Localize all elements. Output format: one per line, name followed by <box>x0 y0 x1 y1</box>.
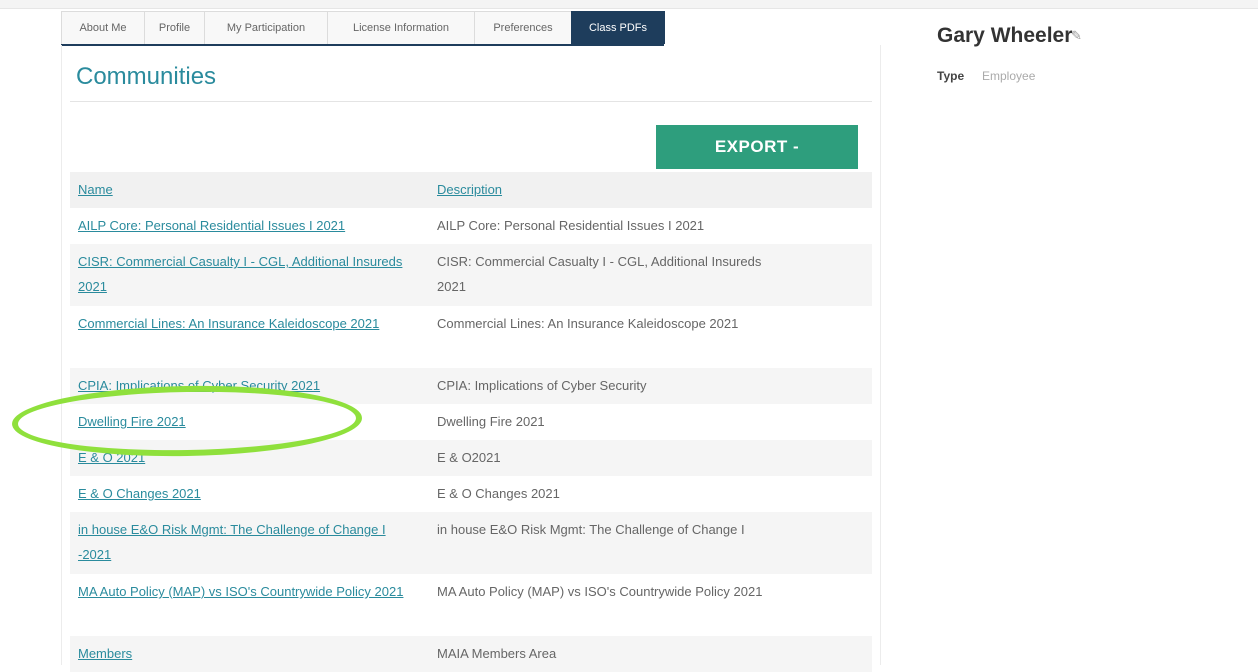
community-description: AILP Core: Personal Residential Issues I… <box>437 218 705 233</box>
table-row: Commercial Lines: An Insurance Kaleidosc… <box>70 306 872 368</box>
profile-type-label: Type <box>937 69 965 83</box>
pencil-icon[interactable]: ✎ <box>1071 28 1082 44</box>
community-description: CPIA: Implications of Cyber Security <box>437 378 647 393</box>
communities-table: Name Description AILP Core: Personal Res… <box>70 172 872 672</box>
community-link-dwelling-fire[interactable]: Dwelling Fire 2021 <box>78 414 186 429</box>
table-row: E & O 2021 E & O2021 <box>70 440 872 476</box>
community-description: MAIA Members Area <box>437 646 557 661</box>
table-row: in house E&O Risk Mgmt: The Challenge of… <box>70 512 872 574</box>
community-description: in house E&O Risk Mgmt: The Challenge of… <box>437 522 745 537</box>
page-title: Communities <box>76 63 217 90</box>
table-row: MA Auto Policy (MAP) vs ISO's Countrywid… <box>70 574 872 636</box>
community-link[interactable]: E & O 2021 <box>78 450 145 465</box>
community-link[interactable]: E & O Changes 2021 <box>78 486 201 501</box>
community-description: CISR: Commercial Casualty I - CGL, Addit… <box>437 254 762 294</box>
community-link[interactable]: AILP Core: Personal Residential Issues I… <box>78 218 345 233</box>
column-header-name[interactable]: Name <box>78 172 408 208</box>
community-link[interactable]: CPIA: Implications of Cyber Security 202… <box>78 378 320 393</box>
tab-license-information[interactable]: License Information <box>327 11 475 44</box>
export-button[interactable]: EXPORT - <box>656 125 858 169</box>
community-link[interactable]: CISR: Commercial Casualty I - CGL, Addit… <box>78 254 402 294</box>
table-row: Members MAIA Members Area <box>70 636 872 672</box>
profile-type-value: Employee <box>982 69 1036 83</box>
community-description: E & O2021 <box>437 450 501 465</box>
table-row: CPIA: Implications of Cyber Security 202… <box>70 368 872 404</box>
heading-divider <box>70 101 872 102</box>
communities-panel: Communities EXPORT - Name Description AI… <box>61 45 881 672</box>
community-link[interactable]: Commercial Lines: An Insurance Kaleidosc… <box>78 316 379 331</box>
table-row: AILP Core: Personal Residential Issues I… <box>70 208 872 244</box>
community-description: MA Auto Policy (MAP) vs ISO's Countrywid… <box>437 584 763 599</box>
community-link[interactable]: MA Auto Policy (MAP) vs ISO's Countrywid… <box>78 584 403 599</box>
table-row: Dwelling Fire 2021 Dwelling Fire 2021 <box>70 404 872 440</box>
community-link[interactable]: in house E&O Risk Mgmt: The Challenge of… <box>78 522 386 562</box>
profile-tabs: About Me Profile My Participation Licens… <box>61 11 665 46</box>
profile-name: Gary Wheeler <box>937 24 1073 47</box>
community-description: Dwelling Fire 2021 <box>437 414 545 429</box>
tab-my-participation[interactable]: My Participation <box>204 11 328 44</box>
community-description: E & O Changes 2021 <box>437 486 560 501</box>
community-description: Commercial Lines: An Insurance Kaleidosc… <box>437 316 739 331</box>
tab-preferences[interactable]: Preferences <box>474 11 572 44</box>
table-row: E & O Changes 2021 E & O Changes 2021 <box>70 476 872 512</box>
table-row: CISR: Commercial Casualty I - CGL, Addit… <box>70 244 872 306</box>
tab-about-me[interactable]: About Me <box>61 11 145 44</box>
community-link[interactable]: Members <box>78 646 132 661</box>
column-header-description[interactable]: Description <box>437 172 767 208</box>
top-border <box>0 0 1258 9</box>
table-header-row: Name Description <box>70 172 872 208</box>
tab-profile[interactable]: Profile <box>144 11 205 44</box>
tab-class-pdfs[interactable]: Class PDFs <box>571 11 665 44</box>
